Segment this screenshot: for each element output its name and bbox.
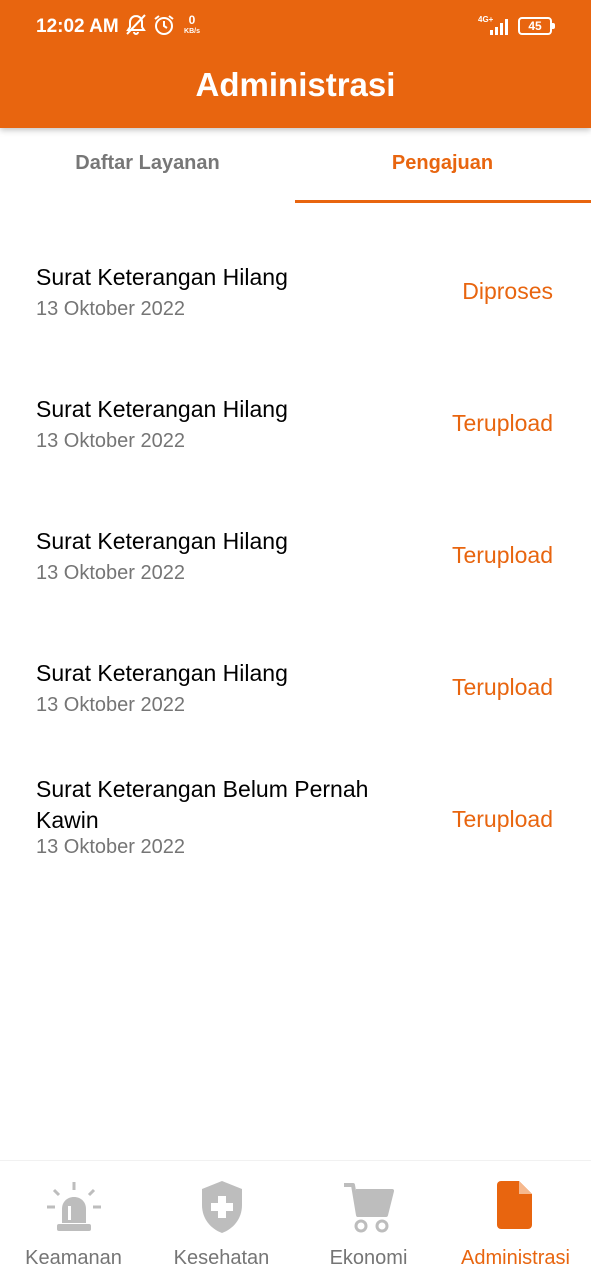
nav-label: Keamanan [25, 1247, 122, 1269]
notifications-off-icon [126, 14, 146, 36]
item-title: Surat Keterangan Hilang [36, 528, 288, 554]
nav-kesehatan[interactable]: Kesehatan [148, 1161, 295, 1280]
battery-level: 45 [528, 19, 542, 33]
nav-keamanan[interactable]: Keamanan [0, 1161, 147, 1280]
tab-indicator [295, 200, 591, 203]
page-title: Administrasi [195, 66, 396, 103]
item-date: 13 Oktober 2022 [36, 430, 185, 452]
network-speed: 0 KB/s [184, 13, 200, 35]
item-date: 13 Oktober 2022 [36, 562, 185, 584]
app-bar: 12:02 AM 0 KB/s 4G+ 45 Administrasi [0, 0, 591, 128]
alarm-icon [153, 14, 175, 36]
status-label: Diproses [462, 278, 553, 304]
medical-shield-icon [199, 1179, 245, 1240]
nav-label: Kesehatan [173, 1247, 270, 1269]
status-label: Terupload [451, 806, 553, 832]
nav-administrasi[interactable]: Administrasi [442, 1161, 589, 1280]
status-label: Terupload [451, 674, 553, 700]
siren-icon [45, 1179, 103, 1240]
bottom-navigation: Keamanan Kesehatan Ekonomi Administrasi [0, 1160, 591, 1280]
item-date: 13 Oktober 2022 [36, 694, 185, 716]
item-title: Surat Keterangan Belum Pernah Kawin [36, 776, 369, 833]
nav-label: Administrasi [461, 1247, 570, 1269]
status-label: Terupload [451, 410, 553, 436]
tab-daftar-layanan[interactable]: Daftar Layanan [0, 128, 295, 204]
tab-pengajuan[interactable]: Pengajuan [295, 128, 590, 204]
status-time: 12:02 AM [36, 16, 119, 37]
nav-label: Ekonomi [329, 1247, 408, 1269]
signal-icon [490, 16, 512, 36]
item-title: Surat Keterangan Hilang [36, 264, 288, 290]
nav-ekonomi[interactable]: Ekonomi [295, 1161, 442, 1280]
tab-bar: Daftar Layanan Pengajuan [0, 128, 591, 204]
item-title: Surat Keterangan Hilang [36, 660, 288, 686]
cart-icon [342, 1179, 396, 1240]
status-label: Terupload [451, 542, 553, 568]
document-icon [496, 1179, 536, 1236]
battery-icon: 45 [518, 17, 555, 35]
status-bar: 12:02 AM 0 KB/s 4G+ 45 [0, 0, 591, 56]
item-date: 13 Oktober 2022 [36, 836, 185, 858]
item-date: 13 Oktober 2022 [36, 298, 185, 320]
item-title: Surat Keterangan Hilang [36, 396, 288, 422]
